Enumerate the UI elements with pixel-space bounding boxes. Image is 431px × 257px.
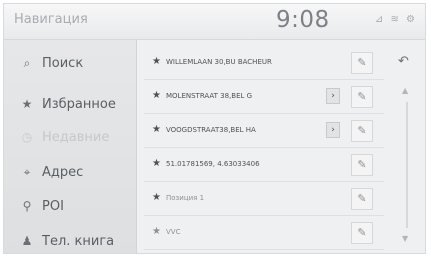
- scroll-up-icon[interactable]: ▲: [402, 86, 408, 95]
- sidebar-item-label: Избранное: [42, 96, 116, 112]
- sidebar-item-label: Недавние: [42, 129, 110, 145]
- sidebar-menu: ⌕ Поиск ★ Избранное ◷ Недавние ⌖ Адрес ⚲…: [4, 40, 137, 253]
- sidebar-item-favorites[interactable]: ★ Избранное: [4, 87, 136, 121]
- star-icon: ★: [152, 90, 161, 101]
- edit-button[interactable]: ✎: [351, 52, 373, 74]
- sidebar-item-label: Поиск: [42, 55, 84, 71]
- edit-button[interactable]: ✎: [351, 188, 373, 210]
- scroll-down-icon[interactable]: ▼: [402, 234, 408, 243]
- expand-text-button[interactable]: ›: [326, 88, 340, 104]
- star-icon: ★: [152, 226, 161, 237]
- clock-icon: ◷: [21, 130, 33, 144]
- favorite-address: WILLEMLAAN 30,BU BACHEUR: [166, 58, 272, 66]
- edit-button[interactable]: ✎: [351, 120, 373, 142]
- navigation-screen: Навигация 9:08 ⊿ ≋ ⚙ ⌕ Поиск ★ Избранное…: [3, 3, 426, 254]
- contact-icon: ♟: [21, 234, 33, 248]
- address-icon: ⌖: [23, 164, 31, 179]
- edit-button[interactable]: ✎: [351, 154, 373, 176]
- favorite-address: VOOGDSTRAAT38,BEL HA: [166, 126, 256, 134]
- sidebar-item-label: Тел. книга: [42, 233, 115, 249]
- favorite-address: Позиция 1: [166, 194, 205, 202]
- list-item[interactable]: ★ 51.01781569, 4.63033406 ✎: [144, 148, 384, 182]
- status-icons: ⊿ ≋ ⚙: [374, 14, 417, 25]
- sidebar-item-label: POI: [42, 198, 64, 214]
- top-bar: Навигация 9:08 ⊿ ≋ ⚙: [4, 4, 425, 40]
- favorite-address: 51.01781569, 4.63033406: [166, 160, 260, 168]
- list-item[interactable]: ★ VVC ✎: [144, 216, 384, 250]
- favorite-address: VVC: [166, 228, 181, 236]
- star-icon: ★: [152, 158, 161, 169]
- screen-title: Навигация: [14, 12, 88, 27]
- back-icon[interactable]: ↶: [398, 54, 409, 69]
- star-icon: ★: [152, 56, 161, 67]
- star-icon: ★: [152, 124, 161, 135]
- scrollbar-track[interactable]: [406, 102, 408, 228]
- favorite-address: MOLENSTRAAT 38,BEL G: [166, 92, 253, 100]
- search-icon: ⌕: [23, 55, 31, 70]
- right-controls: ↶ ▲ ▼: [392, 48, 422, 248]
- sidebar-item-recent[interactable]: ◷ Недавние: [4, 120, 136, 154]
- list-item[interactable]: ★ MOLENSTRAAT 38,BEL G › ✎: [144, 80, 384, 114]
- sidebar-item-phonebook[interactable]: ♟ Тел. книга: [4, 224, 136, 253]
- clock: 9:08: [276, 7, 330, 33]
- star-icon: ★: [152, 192, 161, 203]
- sidebar-item-poi[interactable]: ⚲ POI: [4, 189, 136, 223]
- list-item[interactable]: ★ Позиция 1 ✎: [144, 182, 384, 216]
- edit-button[interactable]: ✎: [351, 86, 373, 108]
- sidebar-item-label: Адрес: [42, 164, 84, 180]
- pin-icon: ⚲: [22, 199, 32, 213]
- list-item[interactable]: ★ WILLEMLAAN 30,BU BACHEUR ✎: [144, 46, 384, 80]
- star-icon: ★: [21, 97, 33, 111]
- expand-text-button[interactable]: ›: [326, 122, 340, 138]
- sidebar-item-address[interactable]: ⌖ Адрес: [4, 155, 136, 189]
- edit-button[interactable]: ✎: [351, 222, 373, 244]
- list-item[interactable]: ★ VOOGDSTRAAT38,BEL HA › ✎: [144, 114, 384, 148]
- sidebar-item-search[interactable]: ⌕ Поиск: [4, 46, 136, 80]
